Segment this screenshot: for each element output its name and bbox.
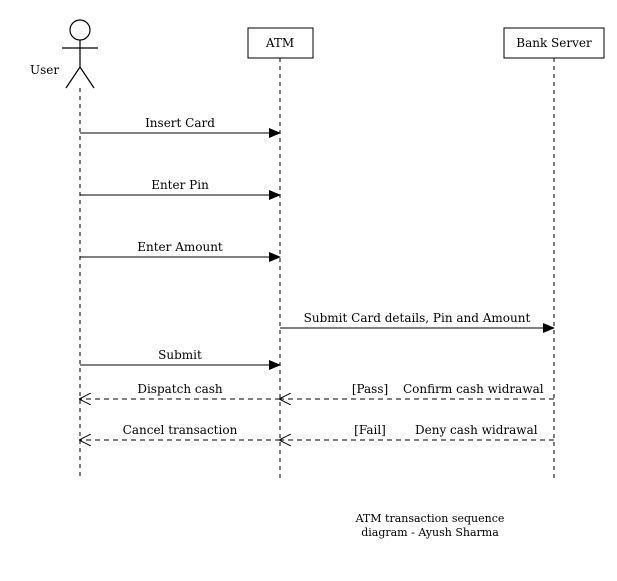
- svg-text:Enter Pin: Enter Pin: [151, 178, 209, 192]
- msg-fail: [Fail] Deny cash widrawal Cancel transac…: [80, 423, 554, 440]
- svg-text:Submit: Submit: [158, 348, 202, 362]
- actor-atm: ATM: [248, 28, 313, 58]
- svg-text:Deny cash widrawal: Deny cash widrawal: [415, 423, 538, 437]
- sequence-diagram: User ATM Bank Server Insert Card Enter P…: [0, 0, 617, 581]
- actor-bank-label: Bank Server: [516, 36, 592, 50]
- svg-text:Cancel transaction: Cancel transaction: [123, 423, 238, 437]
- actor-user-label: User: [30, 63, 59, 77]
- svg-text:Enter Amount: Enter Amount: [137, 240, 223, 254]
- svg-text:Insert Card: Insert Card: [145, 116, 215, 130]
- svg-text:diagram - Ayush Sharma: diagram - Ayush Sharma: [361, 526, 499, 539]
- msg-insert-card: Insert Card: [80, 116, 280, 133]
- actor-user: User: [30, 20, 98, 88]
- diagram-caption: ATM transaction sequence diagram - Ayush…: [355, 512, 505, 539]
- svg-text:[Pass]: [Pass]: [352, 382, 388, 396]
- msg-enter-pin: Enter Pin: [80, 178, 280, 195]
- msg-submit-details: Submit Card details, Pin and Amount: [280, 311, 554, 328]
- msg-enter-amount: Enter Amount: [80, 240, 280, 257]
- svg-text:Dispatch cash: Dispatch cash: [137, 382, 223, 396]
- svg-text:Confirm cash widrawal: Confirm cash widrawal: [403, 382, 544, 396]
- svg-text:ATM transaction sequence: ATM transaction sequence: [355, 512, 505, 525]
- svg-text:[Fail]: [Fail]: [354, 423, 386, 437]
- actor-atm-label: ATM: [265, 36, 294, 50]
- actor-bank: Bank Server: [504, 28, 604, 58]
- msg-pass: [Pass] Confirm cash widrawal Dispatch ca…: [80, 382, 554, 399]
- msg-submit: Submit: [80, 348, 280, 365]
- svg-text:Submit Card details, Pin and A: Submit Card details, Pin and Amount: [304, 311, 531, 325]
